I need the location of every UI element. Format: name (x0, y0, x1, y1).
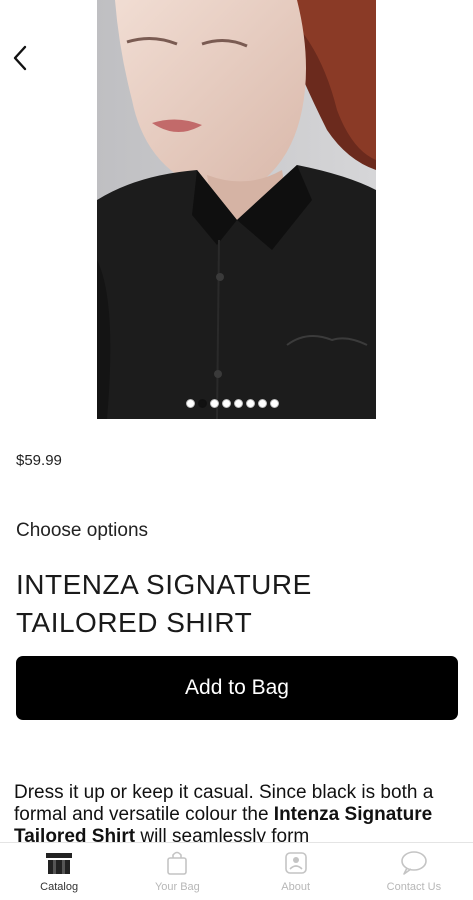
tab-label: Contact Us (386, 881, 442, 893)
bottom-tab-bar: Catalog Your Bag About Contact Us (0, 842, 473, 900)
carousel-dots (186, 398, 279, 408)
choose-options-link[interactable]: Choose options (16, 520, 148, 542)
add-to-bag-button[interactable]: Add to Bag (16, 656, 458, 720)
carousel-dot[interactable] (186, 398, 195, 408)
carousel-dot[interactable] (222, 398, 231, 408)
tab-label: About (281, 881, 310, 893)
carousel-dot[interactable] (270, 398, 279, 408)
tab-contact-us[interactable]: Contact Us (364, 843, 464, 900)
product-title: INTENZA SIGNATURE TAILORED SHIRT (16, 566, 456, 642)
product-photo (97, 0, 376, 419)
back-button[interactable] (6, 40, 34, 76)
tab-your-bag[interactable]: Your Bag (127, 843, 227, 900)
tab-catalog[interactable]: Catalog (9, 843, 109, 900)
chat-icon (399, 850, 429, 876)
product-title-line: INTENZA SIGNATURE (16, 569, 312, 600)
chevron-left-icon (13, 45, 27, 71)
tab-about[interactable]: About (246, 843, 346, 900)
catalog-icon (44, 850, 74, 876)
carousel-dot-active[interactable] (198, 398, 207, 408)
carousel-dot[interactable] (210, 398, 219, 408)
carousel-dot[interactable] (246, 398, 255, 408)
product-price: $59.99 (16, 452, 62, 469)
bag-icon (162, 850, 192, 876)
tab-label: Catalog (40, 881, 79, 893)
about-icon (281, 850, 311, 876)
description-text: will seamlessly form (135, 826, 310, 842)
product-description: Dress it up or keep it casual. Since bla… (14, 782, 458, 842)
carousel-dot[interactable] (234, 398, 243, 408)
product-image[interactable] (97, 0, 376, 419)
tab-label: Your Bag (154, 881, 200, 893)
carousel-dot[interactable] (258, 398, 267, 408)
product-title-line: TAILORED SHIRT (16, 607, 253, 638)
